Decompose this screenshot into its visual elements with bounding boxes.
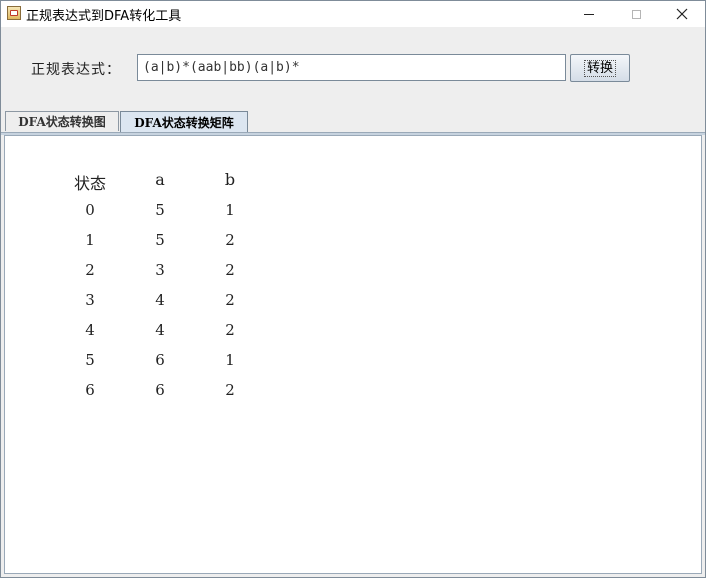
matrix-panel: 状态 a b 0 5 1 1 5 2 2 3 2 3 4 2 4 4 2 5 6 1 6 6 2	[4, 135, 702, 574]
app-window: 正规表达式到DFA转化工具 正规表达式： 转换 DFA状态转换图 DFA状态转换…	[0, 0, 706, 578]
minimize-button[interactable]	[566, 1, 612, 27]
matrix-cell-b: 1	[225, 351, 235, 369]
matrix-cell-state: 6	[85, 381, 95, 399]
maximize-button[interactable]	[613, 1, 659, 27]
matrix-cell-state: 4	[85, 321, 95, 339]
matrix-cell-a: 6	[155, 381, 165, 399]
regex-label: 正规表达式：	[31, 62, 121, 78]
matrix-cell-state: 2	[85, 261, 95, 279]
maximize-icon	[631, 9, 641, 19]
minimize-icon	[584, 13, 594, 15]
tab-strip: DFA状态转换图 DFA状态转换矩阵	[1, 111, 705, 133]
matrix-header-b: b	[224, 170, 236, 189]
matrix-header-a: a	[155, 170, 165, 189]
convert-button-label: 转换	[583, 59, 616, 77]
matrix-cell-b: 2	[225, 231, 235, 249]
regex-input[interactable]	[137, 54, 566, 81]
matrix-cell-b: 2	[225, 381, 235, 399]
close-icon	[676, 8, 688, 20]
matrix-cell-b: 1	[225, 201, 235, 219]
java-app-icon	[7, 6, 21, 20]
matrix-cell-b: 2	[225, 291, 235, 309]
matrix-cell-a: 5	[155, 231, 165, 249]
tab-dfa-matrix[interactable]: DFA状态转换矩阵	[120, 111, 248, 132]
matrix-cell-state: 3	[85, 291, 95, 309]
matrix-cell-a: 3	[155, 261, 165, 279]
matrix-cell-a: 5	[155, 201, 165, 219]
transition-matrix: 状态 a b 0 5 1 1 5 2 2 3 2 3 4 2 4 4 2 5 6 1 6 6 2	[5, 136, 405, 436]
matrix-cell-state: 0	[85, 201, 95, 219]
matrix-cell-state: 5	[85, 351, 95, 369]
convert-button[interactable]: 转换	[570, 54, 630, 82]
close-button[interactable]	[659, 1, 705, 27]
matrix-cell-a: 6	[155, 351, 165, 369]
matrix-cell-state: 1	[85, 231, 95, 249]
window-title: 正规表达式到DFA转化工具	[26, 9, 182, 24]
matrix-cell-b: 2	[225, 261, 235, 279]
matrix-header-state: 状态	[73, 174, 106, 193]
title-bar[interactable]: 正规表达式到DFA转化工具	[1, 1, 705, 27]
matrix-cell-a: 4	[155, 291, 165, 309]
matrix-cell-a: 4	[155, 321, 165, 339]
tab-dfa-diagram[interactable]: DFA状态转换图	[5, 111, 119, 131]
matrix-cell-b: 2	[225, 321, 235, 339]
